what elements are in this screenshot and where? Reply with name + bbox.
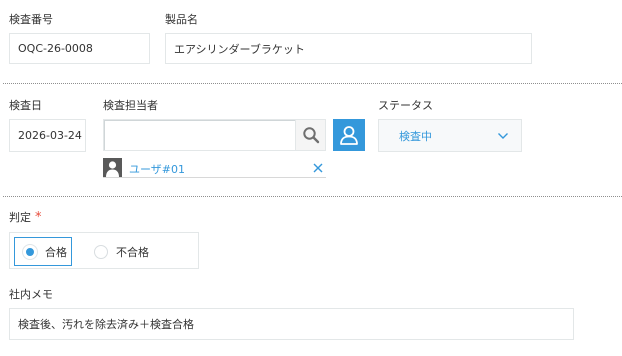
radio-unchecked-icon [94,244,108,259]
product-name-field[interactable]: エアシリンダーブラケット [165,33,532,64]
inspector-search-button[interactable] [296,119,326,151]
inspection-date-value: 2026-03-24 [18,129,82,142]
close-icon[interactable] [311,161,325,175]
judgement-option-fail[interactable]: 不合格 [86,237,166,266]
required-mark: * [35,210,42,225]
judgement-radio-group: 合格 不合格 [9,232,199,269]
user-avatar-icon [103,158,122,177]
selected-user-name[interactable]: ユーザ#01 [129,161,185,177]
inspector-search-input[interactable] [103,119,296,151]
inspection-date-field[interactable]: 2026-03-24 [9,119,86,152]
status-value: 検査中 [399,129,432,143]
internal-memo-field[interactable]: 検査後、汚れを除去済み＋検査合格 [9,308,574,340]
section-divider [3,196,622,197]
inspection-date-label: 検査日 [9,99,42,112]
inspection-number-value: OQC-26-0008 [18,42,93,55]
status-dropdown[interactable]: 検査中 [378,119,522,152]
product-name-label: 製品名 [165,13,198,26]
judgement-option-pass-label: 合格 [45,245,67,259]
status-label: ステータス [378,99,433,112]
inspection-number-label: 検査番号 [9,13,53,26]
selected-user-underline [103,177,326,178]
judgement-label-text: 判定 [9,211,31,224]
internal-memo-label: 社内メモ [9,288,53,301]
radio-checked-icon [23,244,37,259]
judgement-option-fail-label: 不合格 [116,245,149,259]
product-name-value: エアシリンダーブラケット [174,42,305,56]
internal-memo-value: 検査後、汚れを除去済み＋検査合格 [18,318,194,331]
inspector-label: 検査担当者 [103,99,158,112]
judgement-option-pass[interactable]: 合格 [14,237,72,266]
user-select-button[interactable] [333,119,365,151]
section-divider [3,83,622,84]
chevron-down-icon [498,132,508,139]
search-icon [302,127,319,144]
judgement-label: 判定 * [9,209,42,225]
user-icon [340,126,358,145]
inspection-number-field[interactable]: OQC-26-0008 [9,33,150,64]
